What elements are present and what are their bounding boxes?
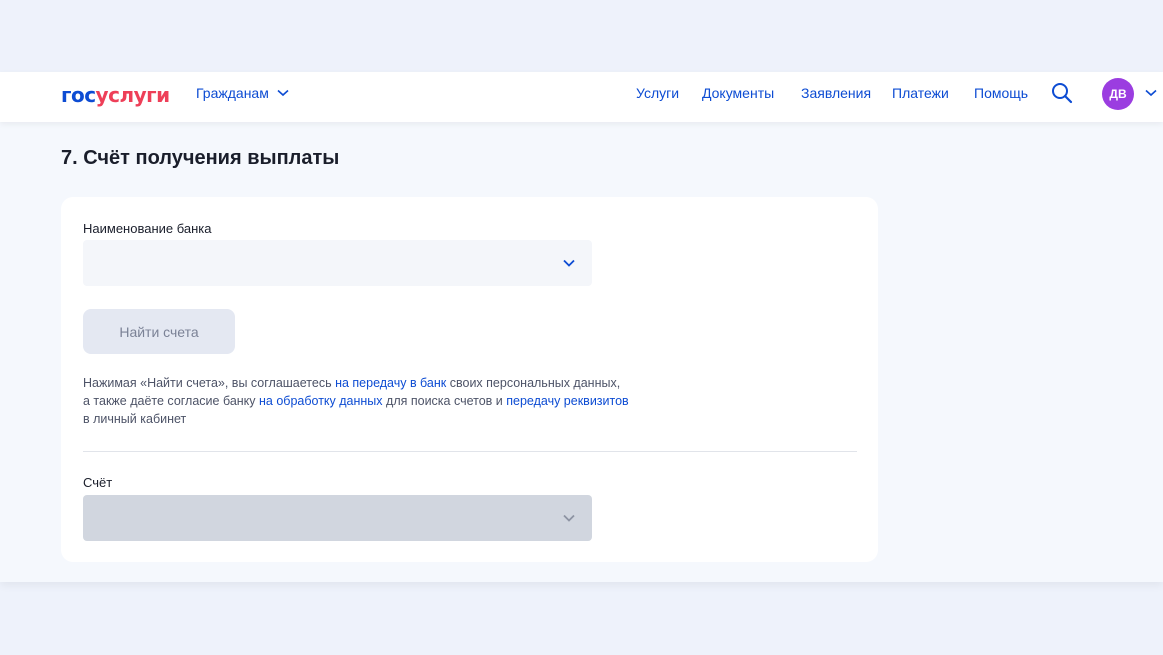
nav-services[interactable]: Услуги	[636, 85, 679, 101]
chevron-down-icon	[277, 89, 289, 97]
chevron-down-icon	[563, 514, 575, 522]
consent-text-3: а также даёте согласие банку	[83, 394, 260, 408]
citizens-menu[interactable]: Гражданам	[196, 85, 289, 101]
avatar[interactable]: ДВ	[1102, 78, 1134, 110]
consent-text: Нажимая «Найти счета», вы соглашаетесь н…	[83, 374, 683, 428]
main-content: 7. Счёт получения выплаты Наименование б…	[0, 122, 1163, 582]
nav-payments[interactable]: Платежи	[892, 85, 949, 101]
citizens-label: Гражданам	[196, 85, 269, 101]
gosuslugi-logo[interactable]: госуслуги	[61, 83, 170, 107]
data-processing-link[interactable]: на обработку данных	[259, 394, 383, 408]
search-icon[interactable]	[1051, 82, 1073, 104]
consent-text-1: Нажимая «Найти счета», вы соглашаетесь	[83, 376, 336, 390]
transfer-to-bank-link[interactable]: на передачу в банк	[335, 376, 446, 390]
account-label: Счёт	[83, 475, 113, 490]
chevron-down-icon	[563, 259, 575, 267]
details-transfer-link[interactable]: передачу реквизитов	[506, 394, 628, 408]
nav-documents[interactable]: Документы	[702, 85, 774, 101]
consent-text-5: в личный кабинет	[83, 412, 187, 426]
bank-select[interactable]	[83, 240, 592, 286]
consent-text-2: своих персональных данных,	[446, 376, 621, 390]
payment-account-card: Наименование банка Найти счета Нажимая «…	[61, 197, 878, 562]
avatar-chevron-down-icon[interactable]	[1145, 87, 1157, 99]
logo-gos: гос	[61, 83, 96, 107]
consent-text-4: для поиска счетов и	[382, 394, 507, 408]
bank-label: Наименование банка	[83, 221, 212, 236]
nav-applications[interactable]: Заявления	[801, 85, 871, 101]
site-header: госуслуги Гражданам Услуги Документы Зая…	[0, 72, 1163, 122]
logo-uslugi: услуги	[95, 83, 171, 107]
page-title: 7. Счёт получения выплаты	[61, 147, 340, 169]
find-accounts-button[interactable]: Найти счета	[83, 309, 235, 354]
divider	[83, 451, 857, 452]
nav-help[interactable]: Помощь	[974, 85, 1028, 101]
account-select	[83, 495, 592, 541]
